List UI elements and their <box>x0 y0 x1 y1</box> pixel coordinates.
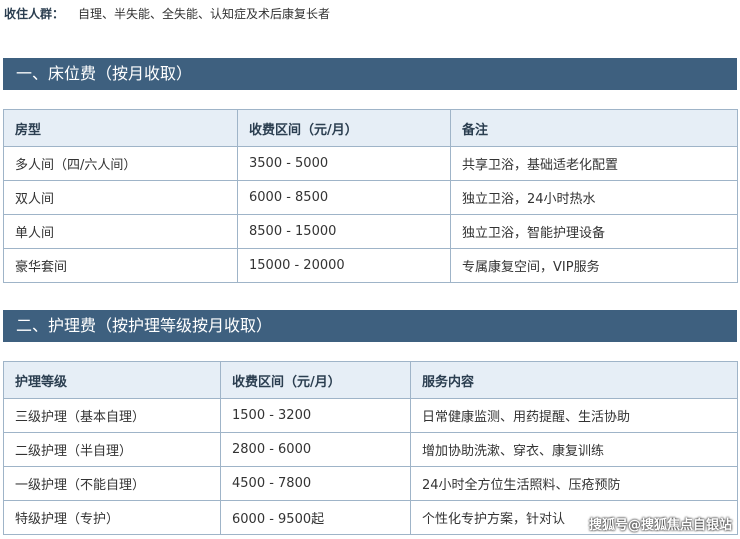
table-cell: 24小时全方位生活照料、压疮预防 <box>410 466 738 501</box>
table-cell: 单人间 <box>3 214 238 249</box>
table-row: 三级护理（基本自理） 1500 - 3200 日常健康监测、用药提醒、生活协助 <box>3 398 738 433</box>
table-cell: 增加协助洗漱、穿衣、康复训练 <box>410 432 738 467</box>
table-cell: 专属康复空间，VIP服务 <box>450 248 738 283</box>
table-cell: 日常健康监测、用药提醒、生活协助 <box>410 398 738 433</box>
table-cell: 特级护理（专护） <box>3 500 221 535</box>
column-header: 房型 <box>3 109 238 147</box>
table-row: 双人间 6000 - 8500 独立卫浴，24小时热水 <box>3 180 738 215</box>
table-cell: 豪华套间 <box>3 248 238 283</box>
table-header-row: 房型 收费区间（元/月） 备注 <box>3 109 738 147</box>
table-cell: 1500 - 3200 <box>220 398 411 433</box>
section-title-care-fee: 二、护理费（按护理等级按月收取） <box>3 310 737 342</box>
section-title-bed-fee: 一、床位费（按月收取） <box>3 58 737 90</box>
column-header: 护理等级 <box>3 361 221 399</box>
table-cell: 独立卫浴，智能护理设备 <box>450 214 738 249</box>
column-header: 备注 <box>450 109 738 147</box>
watermark: 搜狐号@搜狐焦点自银站 <box>588 518 732 533</box>
table-cell: 15000 - 20000 <box>237 248 451 283</box>
column-header: 收费区间（元/月） <box>220 361 411 399</box>
table-cell: 3500 - 5000 <box>237 146 451 181</box>
table-cell: 4500 - 7800 <box>220 466 411 501</box>
table-header-row: 护理等级 收费区间（元/月） 服务内容 <box>3 361 738 399</box>
table-cell: 2800 - 6000 <box>220 432 411 467</box>
care-fee-table: 护理等级 收费区间（元/月） 服务内容 三级护理（基本自理） 1500 - 32… <box>3 361 738 535</box>
table-cell: 6000 - 8500 <box>237 180 451 215</box>
table-row: 多人间（四/六人间） 3500 - 5000 共享卫浴，基础适老化配置 <box>3 146 738 181</box>
table-cell: 共享卫浴，基础适老化配置 <box>450 146 738 181</box>
table-cell: 三级护理（基本自理） <box>3 398 221 433</box>
table-row: 二级护理（半自理） 2800 - 6000 增加协助洗漱、穿衣、康复训练 <box>3 432 738 467</box>
bed-fee-table: 房型 收费区间（元/月） 备注 多人间（四/六人间） 3500 - 5000 共… <box>3 109 738 283</box>
table-cell: 独立卫浴，24小时热水 <box>450 180 738 215</box>
table-cell: 6000 - 9500起 <box>220 500 411 535</box>
table-cell: 多人间（四/六人间） <box>3 146 238 181</box>
column-header: 服务内容 <box>410 361 738 399</box>
column-header: 收费区间（元/月） <box>237 109 451 147</box>
intro-line: 收住人群： 自理、半失能、全失能、认知症及术后康复长者 <box>4 6 330 22</box>
table-row: 一级护理（不能自理） 4500 - 7800 24小时全方位生活照料、压疮预防 <box>3 466 738 501</box>
table-row: 豪华套间 15000 - 20000 专属康复空间，VIP服务 <box>3 248 738 283</box>
table-row: 单人间 8500 - 15000 独立卫浴，智能护理设备 <box>3 214 738 249</box>
table-cell: 8500 - 15000 <box>237 214 451 249</box>
table-cell: 一级护理（不能自理） <box>3 466 221 501</box>
table-cell: 二级护理（半自理） <box>3 432 221 467</box>
table-cell: 双人间 <box>3 180 238 215</box>
intro-label: 收住人群： <box>4 7 65 21</box>
intro-value: 自理、半失能、全失能、认知症及术后康复长者 <box>78 7 331 21</box>
